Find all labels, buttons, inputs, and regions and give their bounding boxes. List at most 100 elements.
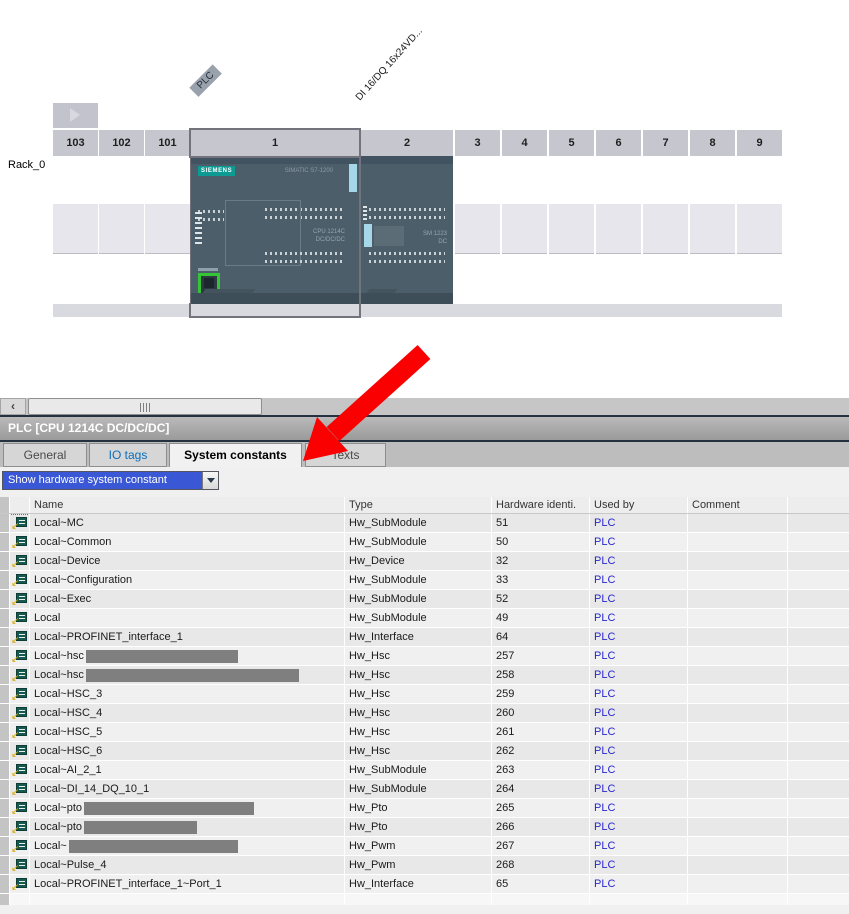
used-by-link[interactable]: PLC <box>594 821 615 833</box>
slot-9-empty[interactable] <box>737 156 782 303</box>
cell-rowhead <box>0 723 10 741</box>
slot-5-empty[interactable] <box>549 156 594 303</box>
used-by-link[interactable]: PLC <box>594 631 615 643</box>
slot-header-9[interactable]: 9 <box>737 130 782 156</box>
used-by-link[interactable]: PLC <box>594 574 615 586</box>
slot-header-7[interactable]: 7 <box>643 130 688 156</box>
used-by-link[interactable]: PLC <box>594 517 615 529</box>
table-row[interactable]: ↙ Local~PROFINET_interface_1 Hw_Interface 6… <box>0 628 849 647</box>
table-row[interactable]: ↙ Local~pto Hw_Pto 266 PLC <box>0 818 849 837</box>
cell-hw: 33 <box>492 571 590 589</box>
cell-comment <box>688 723 788 741</box>
slot-4-empty[interactable] <box>502 156 547 303</box>
used-by-link[interactable]: PLC <box>594 555 615 567</box>
tab-general[interactable]: General <box>3 443 87 467</box>
used-by-link[interactable]: PLC <box>594 612 615 624</box>
tab-system-constants[interactable]: System constants <box>169 443 302 468</box>
slot-header-2[interactable]: 2 <box>361 130 453 156</box>
used-by-link[interactable]: PLC <box>594 650 615 662</box>
column-header-used-by[interactable]: Used by <box>590 497 688 513</box>
slot-band <box>99 204 144 254</box>
slot-header-102[interactable]: 102 <box>99 130 144 156</box>
scroll-left-button[interactable]: ‹ <box>0 398 26 415</box>
system-constant-icon: ↙ <box>11 877 27 892</box>
table-row[interactable]: ↙ Local~Common Hw_SubModule 50 PLC <box>0 533 849 552</box>
slot-101-empty[interactable] <box>145 156 190 303</box>
used-by-link[interactable]: PLC <box>594 783 615 795</box>
table-row[interactable]: ↙ Local~HSC_5 Hw_Hsc 261 PLC <box>0 723 849 742</box>
cpu-type-label: CPU 1214C DC/DC/DC <box>312 229 345 243</box>
dropdown-arrow-icon[interactable] <box>202 472 218 489</box>
cell-name: Local~pto <box>30 818 345 836</box>
cell-hw: 259 <box>492 685 590 703</box>
table-row[interactable]: ↙ Local~Pulse_4 Hw_Pwm 268 PLC <box>0 856 849 875</box>
table-row[interactable]: ↙ Local~pto Hw_Pto 265 PLC <box>0 799 849 818</box>
slot-6-empty[interactable] <box>596 156 641 303</box>
used-by-link[interactable]: PLC <box>594 726 615 738</box>
column-header-name[interactable]: Name <box>30 497 345 513</box>
table-row[interactable]: ↙ Local~hsc Hw_Hsc 257 PLC <box>0 647 849 666</box>
slot-header-6[interactable]: 6 <box>596 130 641 156</box>
slot-header-103[interactable]: 103 <box>53 130 98 156</box>
cell-hw: 51 <box>492 514 590 532</box>
table-row[interactable]: ↙ Local~HSC_4 Hw_Hsc 260 PLC <box>0 704 849 723</box>
table-row[interactable]: ↙ Local~ Hw_Pwm 267 PLC <box>0 837 849 856</box>
used-by-link[interactable]: PLC <box>594 878 615 890</box>
table-row[interactable]: ↙ Local~MC Hw_SubModule 51 PLC <box>0 514 849 533</box>
table-row[interactable]: ↙ Local~PROFINET_interface_1~Port_1 Hw_Int… <box>0 875 849 894</box>
system-constant-icon: ↙ <box>11 858 27 873</box>
tab-io-tags[interactable]: IO tags <box>89 443 167 467</box>
table-row[interactable]: ↙ Local~DI_14_DQ_10_1 Hw_SubModule 264 PLC <box>0 780 849 799</box>
cell-used: PLC <box>590 514 688 532</box>
horizontal-scrollbar[interactable]: ‹ <box>0 398 849 415</box>
slot-header-3[interactable]: 3 <box>455 130 500 156</box>
used-by-link[interactable]: PLC <box>594 593 615 605</box>
module-bottom-strip <box>191 293 359 304</box>
table-row[interactable]: ↙ Local~AI_2_1 Hw_SubModule 263 PLC <box>0 761 849 780</box>
used-by-link[interactable]: PLC <box>594 859 615 871</box>
scrollbar-thumb[interactable] <box>28 398 262 415</box>
table-row[interactable]: ↙ Local~hsc Hw_Hsc 258 PLC <box>0 666 849 685</box>
io-module-slot-2[interactable]: SM 1223 DC <box>361 156 453 304</box>
redaction-bar <box>84 801 255 815</box>
table-row[interactable]: ↙ Local Hw_SubModule 49 PLC <box>0 609 849 628</box>
cell-rowhead <box>0 647 10 665</box>
table-row[interactable]: ↙ Local~Configuration Hw_SubModule 33 PLC <box>0 571 849 590</box>
siemens-logo: SIEMENS <box>198 166 236 176</box>
terminal-dots <box>369 208 445 220</box>
used-by-link[interactable]: PLC <box>594 802 615 814</box>
tab-texts[interactable]: Texts <box>305 443 386 467</box>
slot-8-empty[interactable] <box>690 156 735 303</box>
slot-header-8[interactable]: 8 <box>690 130 735 156</box>
used-by-link[interactable]: PLC <box>594 688 615 700</box>
plc-module-slot-1[interactable]: SIEMENS SIMATIC S7-1200 CPU 1214C DC/DC/… <box>191 156 359 304</box>
cell-used: PLC <box>590 761 688 779</box>
used-by-link[interactable]: PLC <box>594 536 615 548</box>
table-row[interactable]: ↙ Local~Exec Hw_SubModule 52 PLC <box>0 590 849 609</box>
used-by-link[interactable]: PLC <box>594 745 615 757</box>
di-module-diagonal-label[interactable]: DI 16/DQ 16x24VD... <box>354 26 425 103</box>
cell-type: Hw_Hsc <box>345 742 492 760</box>
slot-103-empty[interactable] <box>53 156 98 303</box>
slot-102-empty[interactable] <box>99 156 144 303</box>
table-row[interactable]: ↙ Local~HSC_6 Hw_Hsc 262 PLC <box>0 742 849 761</box>
used-by-link[interactable]: PLC <box>594 707 615 719</box>
used-by-link[interactable]: PLC <box>594 669 615 681</box>
table-row[interactable]: ↙ Local~HSC_3 Hw_Hsc 259 PLC <box>0 685 849 704</box>
slot-header-1[interactable]: 1 <box>189 128 361 158</box>
redaction-bar <box>85 668 299 682</box>
used-by-link[interactable]: PLC <box>594 764 615 776</box>
constants-filter-dropdown[interactable]: Show hardware system constant <box>2 471 219 490</box>
slot-7-empty[interactable] <box>643 156 688 303</box>
plc-slot-diagonal-label[interactable]: PLC <box>189 64 223 97</box>
column-header-hardware-identi-[interactable]: Hardware identi. <box>492 497 590 513</box>
table-row[interactable]: ↙ Local~Device Hw_Device 32 PLC <box>0 552 849 571</box>
slot-3-empty[interactable] <box>455 156 500 303</box>
slot-header-5[interactable]: 5 <box>549 130 594 156</box>
slot-header-4[interactable]: 4 <box>502 130 547 156</box>
rack-expand-button[interactable] <box>53 103 98 128</box>
used-by-link[interactable]: PLC <box>594 840 615 852</box>
slot-header-101[interactable]: 101 <box>145 130 190 156</box>
column-header-type[interactable]: Type <box>345 497 492 513</box>
column-header-comment[interactable]: Comment <box>688 497 788 513</box>
